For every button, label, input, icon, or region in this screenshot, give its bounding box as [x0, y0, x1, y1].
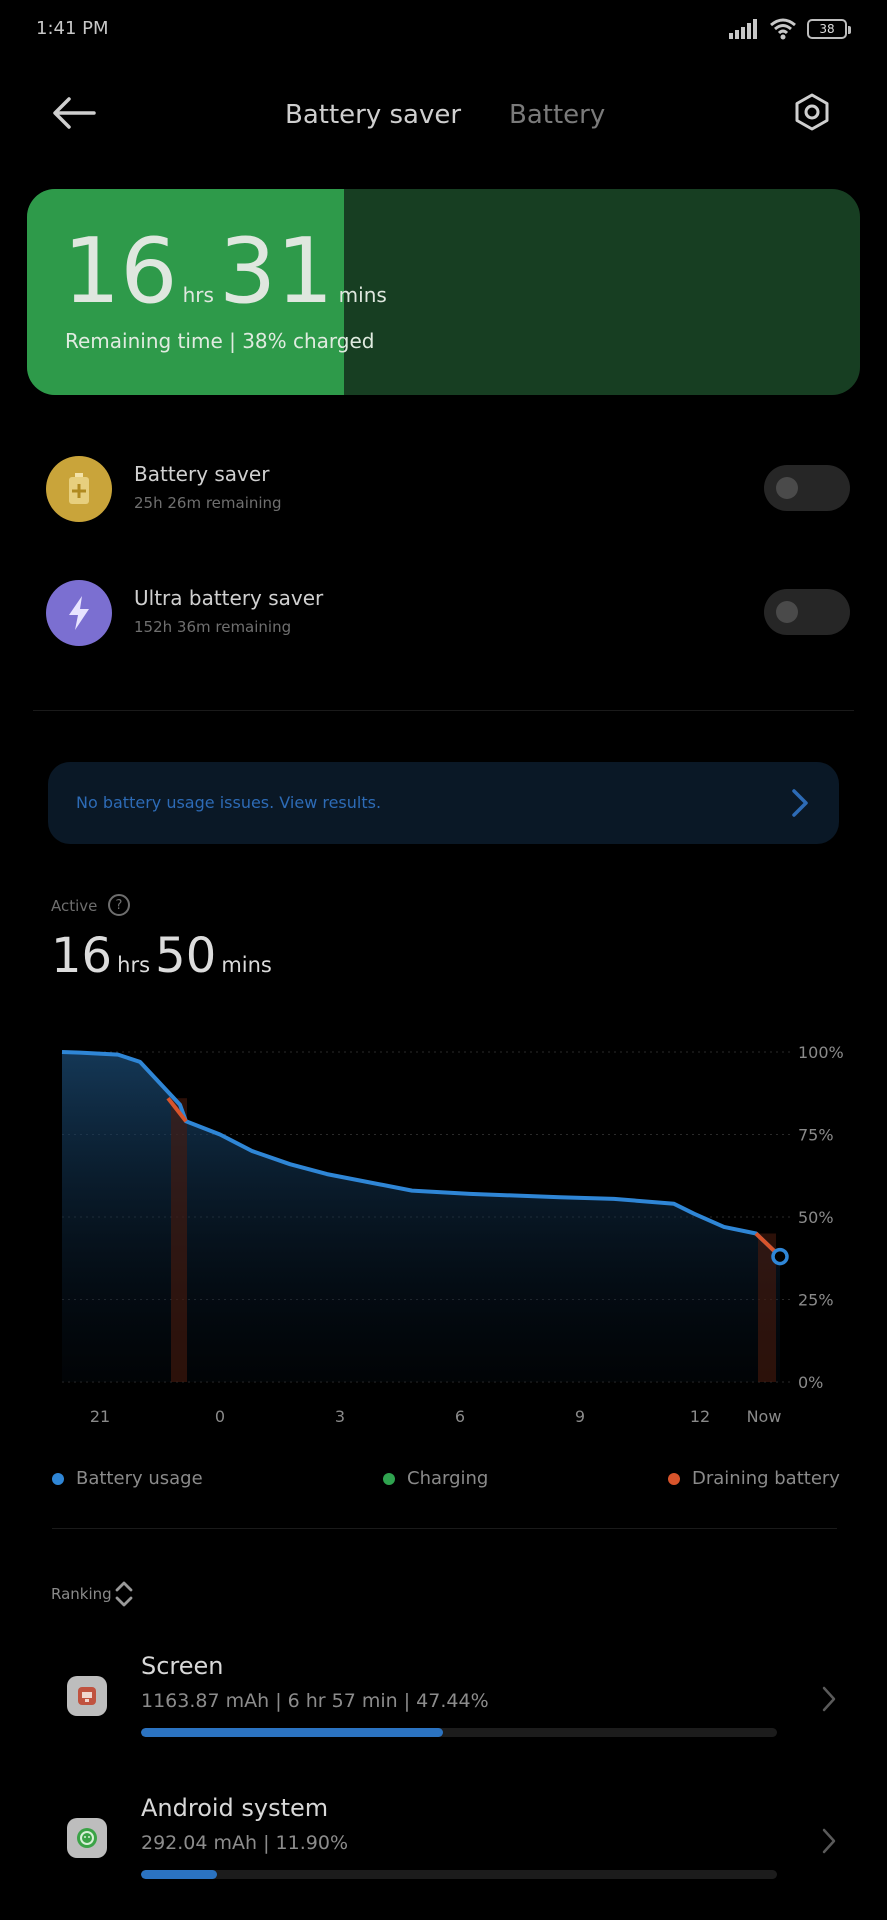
legend-charging: Charging: [383, 1468, 488, 1489]
ranking-item-screen[interactable]: Screen 1163.87 mAh | 6 hr 57 min | 47.44…: [0, 1644, 887, 1764]
legend-dot-battery-usage: [52, 1472, 64, 1485]
x-tick-label: 6: [455, 1407, 465, 1426]
active-hours: 16: [51, 928, 113, 984]
ultra-battery-saver-toggle[interactable]: [764, 589, 850, 635]
ultra-battery-saver-row[interactable]: Ultra battery saver 152h 36m remaining: [46, 580, 850, 650]
legend-dot-draining: [668, 1472, 680, 1485]
battery-saver-title: Battery saver: [134, 462, 270, 486]
current-level-point: [771, 1247, 789, 1266]
x-tick-label: 3: [335, 1407, 345, 1426]
battery-plus-icon: [46, 456, 112, 522]
back-arrow-icon[interactable]: [52, 96, 96, 130]
battery-saver-toggle[interactable]: [764, 465, 850, 511]
x-tick-label: Now: [747, 1407, 782, 1426]
remaining-time: 16 hrs 31 mins: [63, 227, 387, 317]
ultra-battery-saver-subtitle: 152h 36m remaining: [134, 618, 292, 636]
remaining-time-card: 16 hrs 31 mins Remaining time | 38% char…: [27, 189, 860, 395]
x-tick-label: 21: [90, 1407, 110, 1426]
legend-battery-usage: Battery usage: [52, 1468, 203, 1489]
legend-label-charging: Charging: [407, 1468, 489, 1489]
android-system-icon: [67, 1818, 107, 1858]
remaining-subtitle: Remaining time | 38% charged: [65, 329, 375, 353]
ranking-label: Ranking: [51, 1585, 112, 1603]
legend-dot-charging: [383, 1472, 395, 1485]
battery-status-icon: 38: [807, 19, 851, 39]
y-tick-label: 50%: [798, 1208, 834, 1227]
chevron-right-icon: [822, 1686, 836, 1712]
usage-bar: [141, 1870, 777, 1879]
status-icons: 38: [729, 18, 851, 40]
app-stats: 1163.87 mAh | 6 hr 57 min | 47.44%: [141, 1690, 489, 1712]
settings-icon[interactable]: [792, 92, 832, 132]
legend-label-battery-usage: Battery usage: [76, 1468, 203, 1489]
signal-icon: [729, 19, 757, 39]
remaining-hours-unit: hrs: [182, 283, 214, 307]
help-icon[interactable]: ?: [108, 894, 130, 916]
app-name: Screen: [141, 1652, 224, 1680]
x-tick-label: 12: [690, 1407, 710, 1426]
battery-level-chart: 100% 75% 50% 25% 0% 21 0 3 6 9 12 Now: [61, 1043, 844, 1426]
ultra-battery-saver-title: Ultra battery saver: [134, 586, 324, 610]
draining-band: [171, 1098, 187, 1382]
battery-saver-subtitle: 25h 26m remaining: [134, 494, 282, 512]
tab-battery[interactable]: Battery: [509, 100, 605, 130]
app-name: Android system: [141, 1794, 329, 1822]
battery-level-text: 38: [819, 22, 835, 36]
wifi-icon: [770, 18, 796, 40]
y-tick-label: 25%: [798, 1291, 834, 1310]
remaining-minutes: 31: [219, 219, 334, 324]
remaining-minutes-unit: mins: [338, 283, 387, 307]
ranking-item-android-system[interactable]: Android system 292.04 mAh | 11.90%: [0, 1786, 887, 1906]
sort-icon[interactable]: [114, 1580, 134, 1608]
y-tick-label: 75%: [798, 1126, 834, 1145]
remaining-hours: 16: [63, 219, 178, 324]
status-time: 1:41 PM: [36, 18, 109, 39]
chevron-right-icon: [822, 1828, 836, 1854]
screen-app-icon: [67, 1676, 107, 1716]
legend-label-draining: Draining battery: [692, 1468, 840, 1489]
app-stats: 292.04 mAh | 11.90%: [141, 1832, 348, 1854]
section-divider: [33, 710, 854, 711]
usage-bar-fill: [141, 1870, 217, 1879]
legend-divider: [52, 1528, 837, 1529]
legend-draining-battery: Draining battery: [668, 1468, 840, 1489]
x-tick-label: 9: [575, 1407, 585, 1426]
active-time: 16 hrs 50 mins: [51, 928, 272, 984]
battery-saver-row[interactable]: Battery saver 25h 26m remaining: [46, 456, 850, 526]
battery-issues-text: No battery usage issues. View results.: [76, 793, 382, 812]
battery-issues-banner[interactable]: No battery usage issues. View results.: [48, 762, 839, 844]
active-minutes: 50: [155, 928, 217, 984]
usage-bar-fill: [141, 1728, 443, 1737]
y-tick-label: 100%: [798, 1043, 844, 1062]
active-label: Active: [51, 897, 98, 915]
chevron-right-icon: [792, 789, 808, 817]
usage-bar: [141, 1728, 777, 1737]
active-minutes-unit: mins: [221, 953, 272, 977]
tab-battery-saver[interactable]: Battery saver: [285, 100, 461, 130]
active-hours-unit: hrs: [117, 953, 151, 977]
x-tick-label: 0: [215, 1407, 225, 1426]
lightning-icon: [46, 580, 112, 646]
y-tick-label: 0%: [798, 1373, 823, 1392]
